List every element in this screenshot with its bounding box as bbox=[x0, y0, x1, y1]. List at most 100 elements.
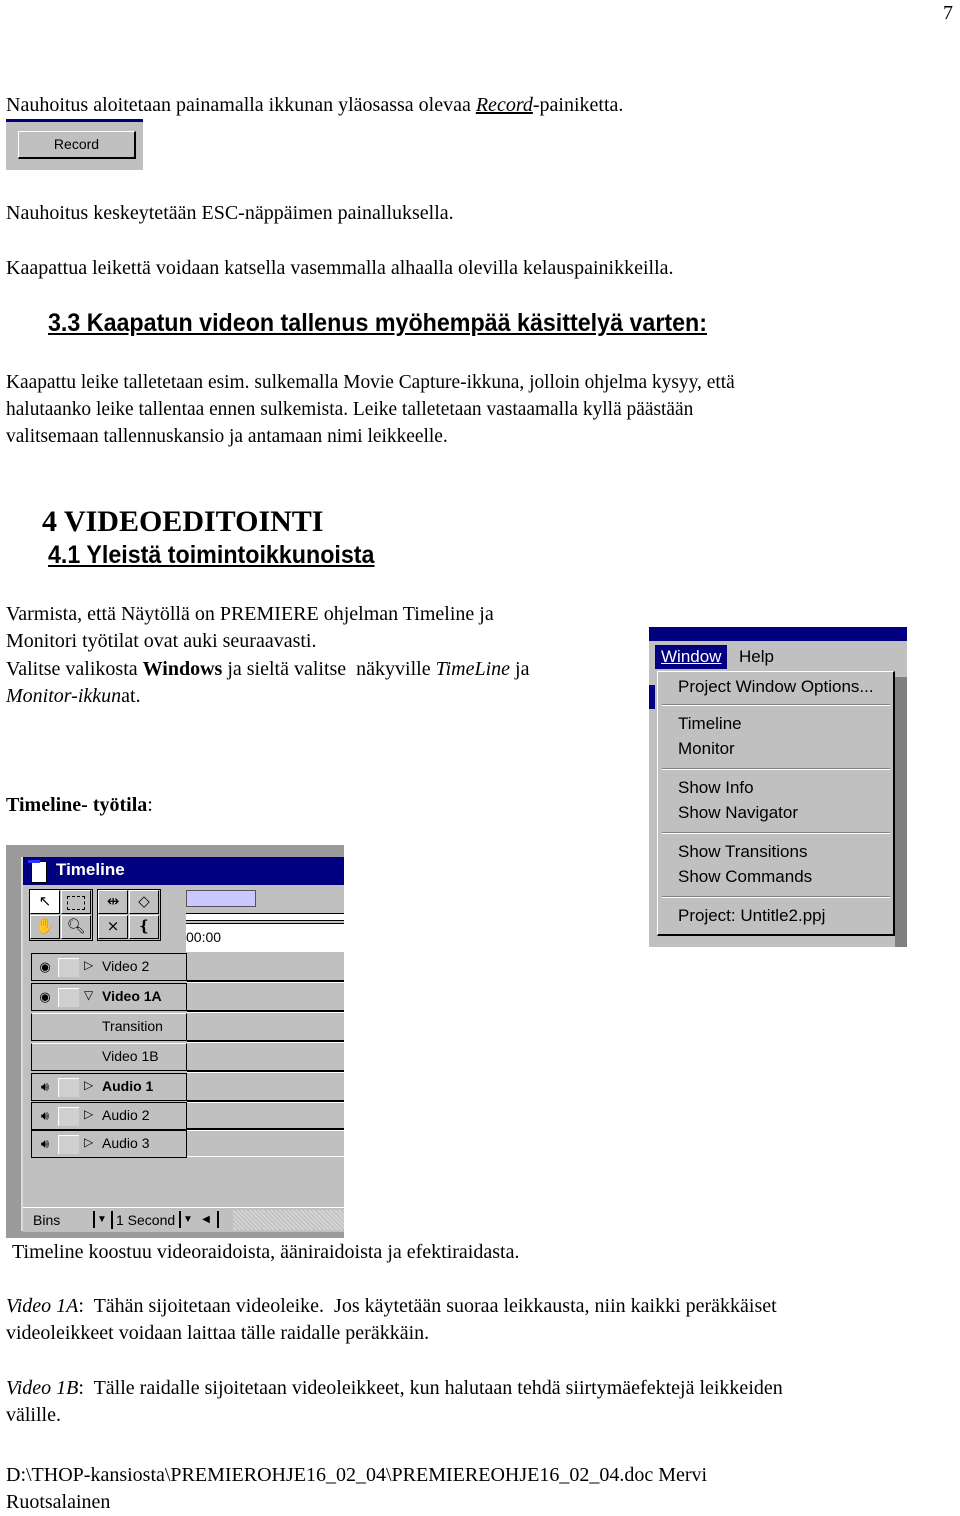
track-video-1a[interactable]: ◉ ▽ Video 1A bbox=[31, 983, 187, 1011]
in-out-icon[interactable]: ❴ bbox=[129, 915, 159, 939]
text: ja sieltä valitse näkyville bbox=[222, 658, 436, 680]
range-select-icon[interactable] bbox=[61, 890, 91, 914]
section-3-3-line-3: valitsemaan tallennuskansio ja antamaan … bbox=[6, 425, 448, 447]
chapter-4-line-1: Varmista, että Näytöllä on PREMIERE ohje… bbox=[6, 603, 494, 625]
expand-triangle-icon[interactable]: ▷ bbox=[84, 958, 93, 972]
expand-triangle-icon[interactable]: ▷ bbox=[84, 1107, 93, 1121]
text: : Tälle raidalle sijoitetaan videoleikke… bbox=[78, 1377, 783, 1399]
timeline-title-bar: Timeline bbox=[23, 857, 344, 885]
timecode: 00:00 bbox=[186, 929, 222, 945]
speaker-icon[interactable]: 🔊︎ bbox=[36, 1078, 54, 1096]
track-label: Video 2 bbox=[102, 958, 150, 974]
background-window-edge bbox=[649, 671, 657, 947]
video-1a-line-2: videoleikkeet voidaan laittaa tälle raid… bbox=[6, 1322, 430, 1344]
menu-bar: Window Help bbox=[649, 641, 907, 671]
track-label: Transition bbox=[102, 1018, 163, 1034]
timeline-window-screenshot: Timeline ↖ ✋ 🔍︎ ⇹ ◇ ⨯ ❴ 00:00 ◉ ▷ Video … bbox=[6, 845, 344, 1238]
record-button-screenshot: Record bbox=[6, 119, 143, 170]
video-1b-term: Video 1B bbox=[6, 1377, 79, 1399]
rolling-edit-icon[interactable]: ⨯ bbox=[98, 915, 128, 939]
expand-triangle-icon[interactable]: ▷ bbox=[84, 1078, 93, 1092]
menu-item-project-window-options[interactable]: Project Window Options... bbox=[678, 675, 874, 699]
tool-group-left: ↖ ✋ 🔍︎ bbox=[29, 889, 93, 941]
eye-icon[interactable]: ◉ bbox=[36, 988, 54, 1006]
video-1b-line-1: Video 1B: Tälle raidalle sijoitetaan vid… bbox=[6, 1375, 783, 1402]
track-select-icon[interactable]: ⇹ bbox=[98, 890, 128, 914]
scroll-thumb[interactable] bbox=[217, 1211, 233, 1228]
menu-item-show-commands[interactable]: Show Commands bbox=[678, 865, 812, 889]
monitor-term: Monitor-ikkun bbox=[6, 685, 122, 707]
work-area-bar[interactable] bbox=[186, 890, 256, 907]
speaker-icon[interactable]: 🔊︎ bbox=[36, 1107, 54, 1125]
menu-item-show-navigator[interactable]: Show Navigator bbox=[678, 801, 798, 825]
track-audio-1[interactable]: 🔊︎ ▷ Audio 1 bbox=[31, 1073, 187, 1101]
section-3-3-line-2: halutaanko leike tallentaa ennen sulkemi… bbox=[6, 398, 694, 420]
footer-path: D:\THOP-kansiosta\PREMIEROHJE16_02_04\PR… bbox=[6, 1464, 708, 1486]
track-audio-3[interactable]: 🔊︎ ▷ Audio 3 bbox=[31, 1130, 187, 1158]
track-transition[interactable]: Transition bbox=[31, 1013, 187, 1041]
menu-separator bbox=[662, 768, 890, 770]
video-1b-line-2: välille. bbox=[6, 1404, 61, 1426]
menu-window-label: Window bbox=[661, 647, 722, 666]
time-unit-dropdown-icon[interactable]: ▼ bbox=[179, 1211, 195, 1228]
page-number: 7 bbox=[943, 2, 953, 24]
text: at. bbox=[121, 685, 141, 707]
bins-dropdown-icon[interactable]: ▼ bbox=[93, 1211, 109, 1228]
record-term: Record bbox=[475, 94, 533, 116]
menu-window[interactable]: Window bbox=[655, 645, 728, 669]
ruler-lines bbox=[186, 913, 344, 921]
time-ruler[interactable]: 00:00 bbox=[186, 885, 344, 952]
track-label: Video 1B bbox=[102, 1048, 159, 1064]
menu-item-show-transitions[interactable]: Show Transitions bbox=[678, 840, 807, 864]
lock-box[interactable] bbox=[58, 1078, 79, 1097]
collapse-triangle-icon[interactable]: ▽ bbox=[84, 988, 93, 1002]
lock-box[interactable] bbox=[58, 1107, 79, 1126]
menu-help[interactable]: Help bbox=[733, 645, 780, 669]
zoom-icon[interactable]: 🔍︎ bbox=[61, 915, 91, 939]
timeline-window: Timeline ↖ ✋ 🔍︎ ⇹ ◇ ⨯ ❴ 00:00 ◉ ▷ Video … bbox=[21, 857, 344, 1232]
razor-icon[interactable]: ◇ bbox=[129, 890, 159, 914]
selection-arrow-icon[interactable]: ↖ bbox=[30, 890, 60, 914]
text: -painiketta. bbox=[532, 94, 624, 116]
lock-box[interactable] bbox=[58, 1135, 79, 1154]
menu-separator bbox=[662, 896, 890, 898]
hand-icon[interactable]: ✋ bbox=[30, 915, 60, 939]
time-unit-select[interactable]: 1 Second bbox=[111, 1211, 175, 1229]
chapter-4-line-4: Monitor-ikkunat. bbox=[6, 683, 141, 710]
speaker-icon[interactable]: 🔊︎ bbox=[36, 1135, 54, 1153]
background-window bbox=[895, 677, 907, 947]
lock-box[interactable] bbox=[58, 958, 79, 977]
intro-line-3: Kaapattua leikettä voidaan katsella vase… bbox=[6, 257, 674, 279]
menu-item-timeline[interactable]: Timeline bbox=[678, 712, 742, 736]
menu-item-show-info[interactable]: Show Info bbox=[678, 776, 754, 800]
record-button[interactable]: Record bbox=[18, 131, 136, 159]
timeline-caption: Timeline koostuu videoraidoista, äänirai… bbox=[12, 1241, 520, 1263]
scroll-left-icon[interactable]: ◀ bbox=[199, 1211, 213, 1228]
video-1a-term: Video 1A bbox=[6, 1295, 79, 1317]
menu-separator bbox=[662, 832, 890, 834]
eye-icon[interactable]: ◉ bbox=[36, 958, 54, 976]
bins-label[interactable]: Bins bbox=[33, 1211, 60, 1229]
footer-author: Ruotsalainen bbox=[6, 1491, 111, 1513]
track-video-2[interactable]: ◉ ▷ Video 2 bbox=[31, 953, 187, 981]
lock-box[interactable] bbox=[58, 988, 79, 1007]
track-label: Audio 1 bbox=[102, 1078, 154, 1094]
expand-triangle-icon[interactable]: ▷ bbox=[84, 1135, 93, 1149]
timeline-term: TimeLine bbox=[435, 658, 511, 680]
menu-item-project[interactable]: Project: Untitle2.ppj bbox=[678, 904, 825, 928]
track-label: Audio 3 bbox=[102, 1135, 150, 1151]
timeline-title: Timeline bbox=[56, 860, 125, 879]
intro-line-2: Nauhoitus keskeytetään ESC-näppäimen pai… bbox=[6, 202, 454, 224]
track-video-1b[interactable]: Video 1B bbox=[31, 1043, 187, 1071]
film-icon bbox=[28, 860, 47, 883]
menu-help-label: Help bbox=[739, 647, 774, 666]
section-4-1-heading: 4.1 Yleistä toimintoikkunoista bbox=[48, 541, 375, 569]
intro-line-1: Nauhoitus aloitetaan painamalla ikkunan … bbox=[6, 92, 623, 119]
track-audio-2[interactable]: 🔊︎ ▷ Audio 2 bbox=[31, 1102, 187, 1130]
scrollbar-track[interactable] bbox=[233, 1210, 344, 1230]
window-menu-screenshot: Window Help Project Window Options... Ti… bbox=[649, 627, 907, 947]
ruler-ticks: 00:00 bbox=[186, 923, 344, 952]
menu-item-monitor[interactable]: Monitor bbox=[678, 737, 735, 761]
text: Valitse valikosta bbox=[6, 658, 143, 680]
timeline-bottom-bar: Bins ▼ 1 Second ▼ ◀ bbox=[23, 1207, 344, 1232]
